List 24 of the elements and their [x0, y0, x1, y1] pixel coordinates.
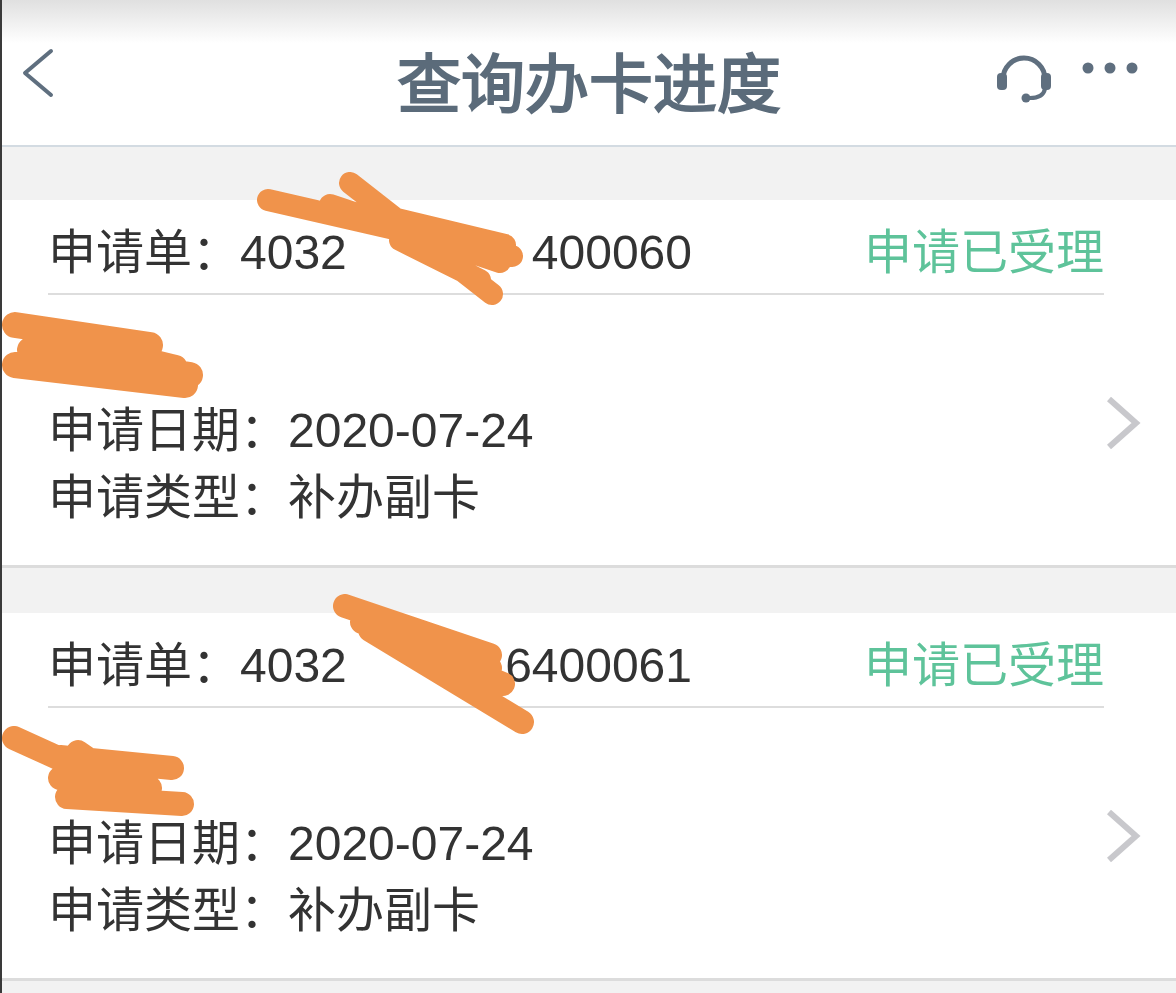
field-label: 申请日期：: [48, 819, 288, 868]
field-label: 申请单：: [48, 641, 240, 690]
field-label: 申请类型：: [48, 886, 288, 935]
date-value: 2020-07-24: [288, 819, 534, 868]
application-number: 400060: [531, 228, 692, 277]
application-number: 6400061: [505, 641, 692, 690]
chevron-right-icon: [1104, 394, 1142, 452]
back-icon: [20, 47, 54, 98]
application-number: 4032: [240, 641, 347, 690]
field-label: 申请类型：: [48, 473, 288, 522]
more-button[interactable]: [1082, 61, 1138, 74]
field-label: 申请日期：: [48, 406, 288, 455]
status-text: 申请已受理: [864, 641, 1104, 690]
more-icon: [1082, 61, 1138, 74]
page-title: 查询办卡进度: [397, 52, 781, 117]
status-text: 申请已受理: [864, 228, 1104, 277]
type-value: 补办副卡: [288, 886, 480, 935]
type-value: 补办副卡: [288, 473, 480, 522]
chevron-right-icon: [1104, 807, 1142, 865]
field-label: 申请单：: [48, 228, 240, 277]
date-value: 2020-07-24: [288, 406, 534, 455]
application-card[interactable]: 申请单：4032 6400061 申请已受理 申请日期：2020-07-24 申请类型：补办副卡: [2, 613, 1176, 981]
application-number: 4032: [240, 228, 347, 277]
application-card[interactable]: 申请单：4032 400060 申请已受理 申请日期：2020-07-24 申请类型：补办副卡: [2, 200, 1176, 568]
